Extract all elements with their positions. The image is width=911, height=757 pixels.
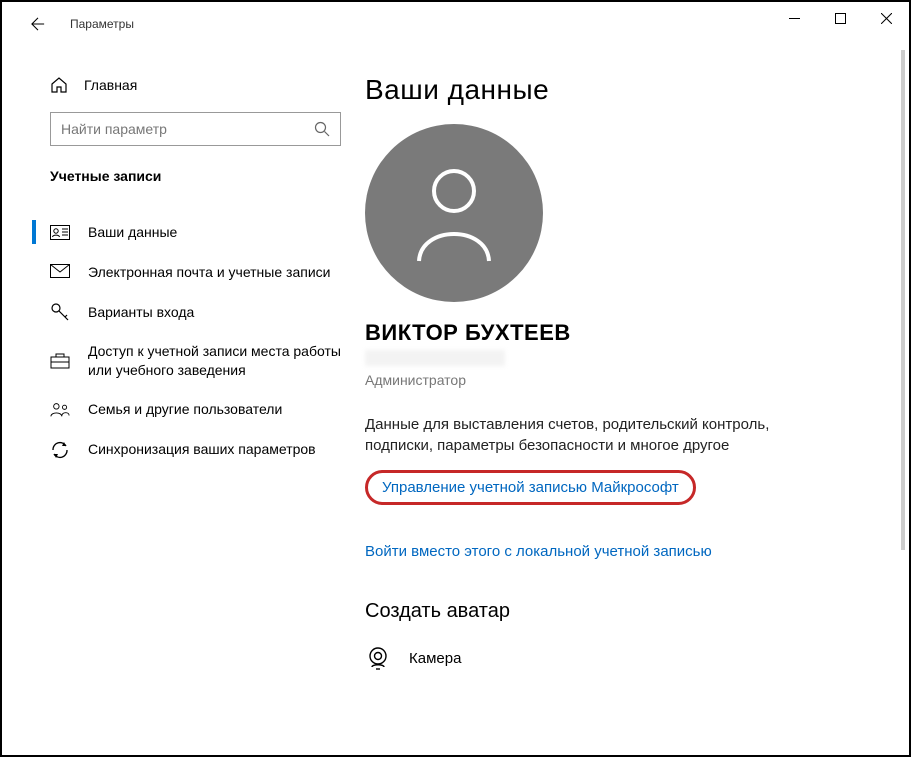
key-icon [50, 302, 70, 322]
nav-label: Варианты входа [88, 303, 194, 322]
local-account-login-link[interactable]: Войти вместо этого с локальной учетной з… [365, 543, 885, 560]
search-box[interactable] [50, 112, 341, 146]
nav-list: Ваши данные Электронная почта и учетные … [2, 212, 357, 470]
user-email-redacted [365, 350, 505, 366]
main-content: Ваши данные ВИКТОР БУХТЕЕВ Администратор… [357, 46, 909, 755]
category-label: Учетные записи [2, 168, 357, 184]
mail-icon [50, 262, 70, 282]
vertical-scrollbar[interactable] [901, 50, 905, 550]
maximize-button[interactable] [817, 2, 863, 34]
minimize-icon [789, 13, 800, 24]
nav-item-work-school[interactable]: Доступ к учетной записи места работы или… [2, 332, 357, 390]
nav-item-family[interactable]: Семья и другие пользователи [2, 390, 357, 430]
create-avatar-header: Создать аватар [365, 600, 885, 623]
window-controls [771, 2, 909, 34]
camera-icon [365, 645, 391, 671]
window-title: Параметры [70, 17, 134, 31]
back-button[interactable] [22, 8, 54, 40]
avatar [365, 124, 543, 302]
nav-label: Доступ к учетной записи места работы или… [88, 342, 341, 380]
nav-item-signin-options[interactable]: Варианты входа [2, 292, 357, 332]
nav-label: Синхронизация ваших параметров [88, 440, 316, 459]
minimize-button[interactable] [771, 2, 817, 34]
nav-item-sync[interactable]: Синхронизация ваших параметров [2, 430, 357, 470]
home-link[interactable]: Главная [2, 70, 357, 100]
titlebar: Параметры [2, 2, 909, 46]
user-role: Администратор [365, 372, 885, 388]
nav-label: Электронная почта и учетные записи [88, 263, 330, 282]
manage-microsoft-account-link[interactable]: Управление учетной записью Майкрософт [365, 470, 696, 505]
nav-label: Ваши данные [88, 223, 177, 242]
close-icon [881, 13, 892, 24]
user-name: ВИКТОР БУХТЕЕВ [365, 320, 885, 346]
search-input[interactable] [61, 121, 314, 137]
close-button[interactable] [863, 2, 909, 34]
nav-item-your-info[interactable]: Ваши данные [2, 212, 357, 252]
maximize-icon [835, 13, 846, 24]
person-card-icon [50, 222, 70, 242]
camera-label: Камера [409, 650, 461, 667]
camera-option[interactable]: Камера [365, 645, 885, 671]
sync-icon [50, 440, 70, 460]
people-icon [50, 400, 70, 420]
search-icon [314, 121, 330, 137]
page-title: Ваши данные [365, 74, 885, 106]
home-icon [50, 76, 68, 94]
nav-label: Семья и другие пользователи [88, 400, 282, 419]
user-silhouette-icon [409, 163, 499, 263]
account-description: Данные для выставления счетов, родительс… [365, 414, 805, 456]
arrow-left-icon [31, 17, 45, 31]
nav-item-email-accounts[interactable]: Электронная почта и учетные записи [2, 252, 357, 292]
briefcase-icon [50, 351, 70, 371]
sidebar: Главная Учетные записи Ваши данные Элект… [2, 46, 357, 755]
home-label: Главная [84, 77, 137, 93]
